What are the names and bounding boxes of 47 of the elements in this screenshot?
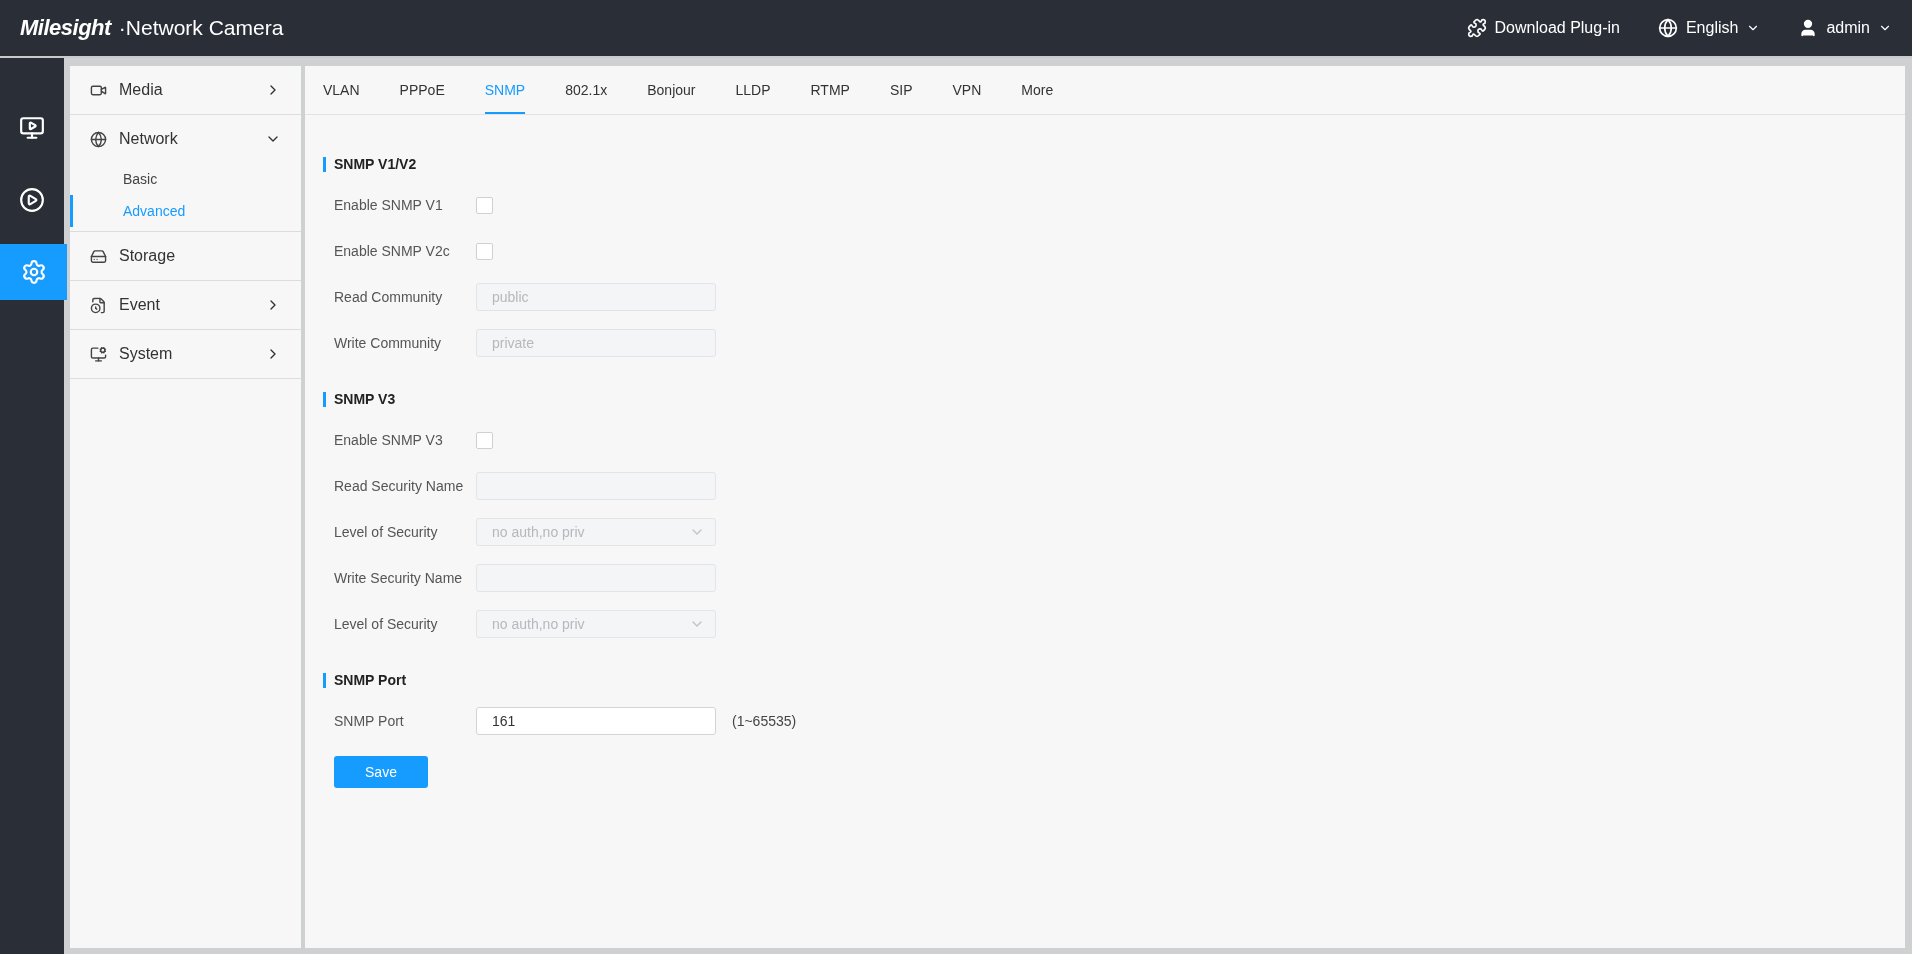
dropdown-menu[interactable]: English (1657, 18, 1761, 38)
dropdown-menu[interactable]: admin (1798, 18, 1892, 38)
tab[interactable]: VLAN (323, 66, 360, 114)
field-label: Enable SNMP V1 (334, 197, 444, 213)
range-hint: (1~65535) (732, 713, 797, 729)
tab[interactable]: LLDP (735, 66, 771, 114)
globe-icon (90, 130, 107, 148)
play-icon (19, 187, 45, 213)
checkbox[interactable] (476, 196, 493, 214)
section-title: SNMP V3 (323, 392, 1905, 407)
sidebar-item[interactable]: Network (70, 115, 301, 163)
tab[interactable]: VPN (952, 66, 982, 114)
input-field[interactable]: 161 (476, 707, 716, 735)
settings-icon (20, 259, 47, 285)
field-label: Level of Security (334, 616, 439, 632)
checkbox[interactable] (476, 242, 493, 260)
sidebar-item[interactable]: Event (70, 281, 301, 329)
monitor-icon (19, 115, 45, 141)
section-title: SNMP V1/V2 (323, 157, 1905, 172)
tab[interactable]: Bonjour (647, 66, 696, 114)
section-title: SNMP Port (323, 673, 1905, 688)
download-link[interactable]: Download Plug-in (1466, 18, 1620, 38)
field-label: Write Security Name (334, 570, 464, 586)
sidebar-item[interactable]: System (70, 330, 301, 378)
sidebar-item[interactable]: Storage (70, 232, 301, 280)
storage-icon (90, 247, 107, 265)
checkbox[interactable] (476, 431, 493, 449)
product-title: ·Network Camera (118, 16, 284, 40)
tab[interactable]: PPPoE (399, 66, 445, 114)
field-label: Enable SNMP V2c (334, 243, 451, 259)
field-label: SNMP Port (334, 713, 405, 729)
tab[interactable]: RTMP (810, 66, 850, 114)
field-label: Read Community (334, 289, 444, 305)
monitor-icon (90, 345, 107, 363)
field-label: Write Community (334, 335, 443, 351)
tab[interactable]: 802.1x (565, 66, 608, 114)
tab[interactable]: More (1021, 66, 1054, 114)
sidebar-subitem[interactable]: Basic (70, 163, 301, 195)
field-label: Enable SNMP V3 (334, 432, 444, 448)
brand-logo: Milesight (20, 15, 111, 41)
sidebar-item[interactable]: Media (70, 66, 301, 114)
document-icon (90, 296, 107, 314)
tab[interactable]: SIP (889, 66, 913, 114)
globe-icon (1657, 18, 1678, 38)
field-label: Read Security Name (334, 478, 465, 494)
field-label: Level of Security (334, 524, 439, 540)
puzzle-icon (1466, 18, 1487, 38)
